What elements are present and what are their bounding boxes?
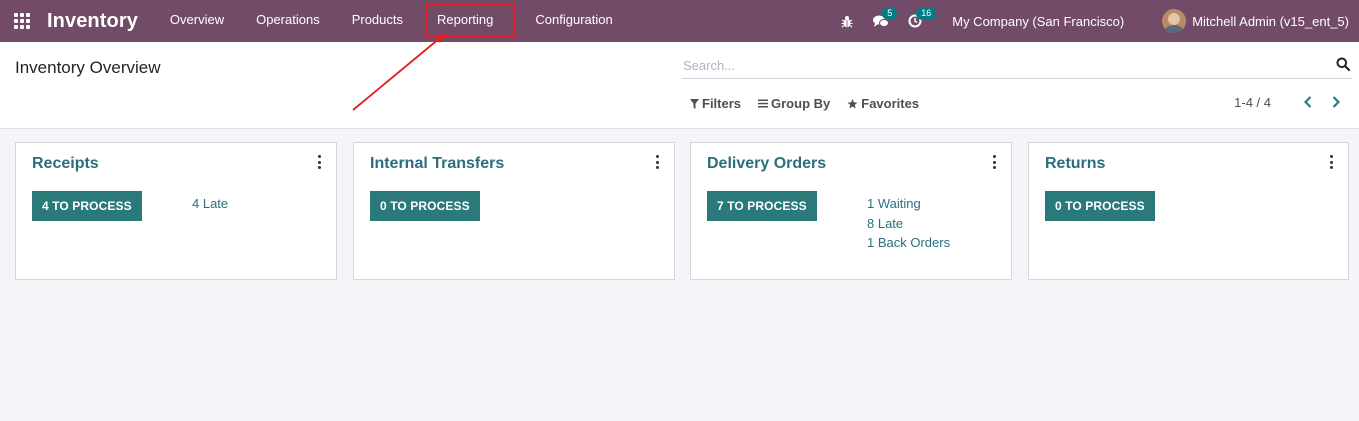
- kebab-menu-icon[interactable]: [316, 155, 322, 169]
- card-links: 4 Late: [192, 194, 228, 214]
- back-orders-link[interactable]: 1 Back Orders: [867, 233, 950, 253]
- menu-operations[interactable]: Operations: [240, 0, 336, 42]
- control-panel: Inventory Overview Filters Group By Favo…: [0, 42, 1359, 129]
- pager: 1-4 / 4: [1234, 94, 1343, 110]
- company-switcher[interactable]: My Company (San Francisco): [952, 14, 1124, 29]
- favorites-label: Favorites: [861, 96, 920, 111]
- card-receipts: Receipts 4 TO PROCESS 4 Late: [15, 142, 337, 280]
- menu-configuration[interactable]: Configuration: [519, 0, 628, 42]
- card-delivery-orders: Delivery Orders 7 TO PROCESS 1 Waiting 8…: [690, 142, 1012, 280]
- user-name: Mitchell Admin (v15_ent_5): [1192, 13, 1349, 29]
- favorites-button[interactable]: Favorites: [847, 96, 919, 111]
- activities-clock-icon[interactable]: 16: [904, 0, 937, 42]
- card-title[interactable]: Receipts: [32, 155, 99, 173]
- filter-icon: [690, 98, 699, 109]
- menu-overview[interactable]: Overview: [154, 0, 240, 42]
- groupby-button[interactable]: Group By: [758, 96, 830, 111]
- late-link[interactable]: 4 Late: [192, 194, 228, 214]
- chevron-left-icon: [1304, 96, 1312, 108]
- to-process-button[interactable]: 0 TO PROCESS: [1045, 191, 1155, 221]
- card-internal-transfers: Internal Transfers 0 TO PROCESS: [353, 142, 675, 280]
- card-links: 1 Waiting 8 Late 1 Back Orders: [867, 194, 950, 253]
- user-menu[interactable]: Mitchell Admin (v15_ent_5): [1162, 9, 1349, 33]
- to-process-button[interactable]: 7 TO PROCESS: [707, 191, 817, 221]
- card-returns: Returns 0 TO PROCESS: [1028, 142, 1349, 280]
- debug-bug-icon[interactable]: [836, 0, 858, 42]
- list-bars-icon: [758, 99, 769, 108]
- search-options: Filters Group By Favorites: [690, 96, 936, 111]
- waiting-link[interactable]: 1 Waiting: [867, 194, 950, 214]
- app-brand[interactable]: Inventory: [47, 10, 138, 33]
- systray: 5 16 My Company (San Francisco) Mitchell…: [836, 0, 1359, 42]
- groupby-label: Group By: [771, 96, 831, 111]
- kebab-menu-icon[interactable]: [654, 155, 660, 169]
- search-icon[interactable]: [1336, 57, 1350, 71]
- pager-value[interactable]: 1-4 / 4: [1234, 95, 1271, 110]
- card-title[interactable]: Returns: [1045, 155, 1105, 173]
- to-process-button[interactable]: 4 TO PROCESS: [32, 191, 142, 221]
- star-icon: [847, 98, 858, 108]
- page-title: Inventory Overview: [15, 58, 161, 77]
- filters-label: Filters: [702, 96, 742, 111]
- to-process-button[interactable]: 0 TO PROCESS: [370, 191, 480, 221]
- menu-reporting[interactable]: Reporting: [421, 0, 519, 42]
- messages-chat-icon[interactable]: 5: [870, 0, 898, 42]
- card-title[interactable]: Internal Transfers: [370, 155, 504, 173]
- messages-badge: 5: [882, 7, 898, 20]
- search-box: [682, 52, 1352, 79]
- avatar: [1162, 9, 1187, 33]
- chevron-right-icon: [1332, 96, 1340, 108]
- late-link[interactable]: 8 Late: [867, 214, 950, 234]
- pager-next-button[interactable]: [1329, 94, 1343, 110]
- top-navbar: Inventory Overview Operations Products R…: [0, 0, 1359, 42]
- main-menu: Overview Operations Products Reporting C…: [154, 0, 629, 42]
- card-title[interactable]: Delivery Orders: [707, 155, 826, 173]
- activities-badge: 16: [916, 7, 937, 20]
- kebab-menu-icon[interactable]: [1328, 155, 1334, 169]
- search-input[interactable]: [682, 52, 1322, 78]
- filters-button[interactable]: Filters: [690, 96, 741, 111]
- apps-grid-icon[interactable]: [14, 13, 32, 29]
- menu-products[interactable]: Products: [336, 0, 419, 42]
- kebab-menu-icon[interactable]: [991, 155, 997, 169]
- pager-previous-button[interactable]: [1301, 94, 1315, 110]
